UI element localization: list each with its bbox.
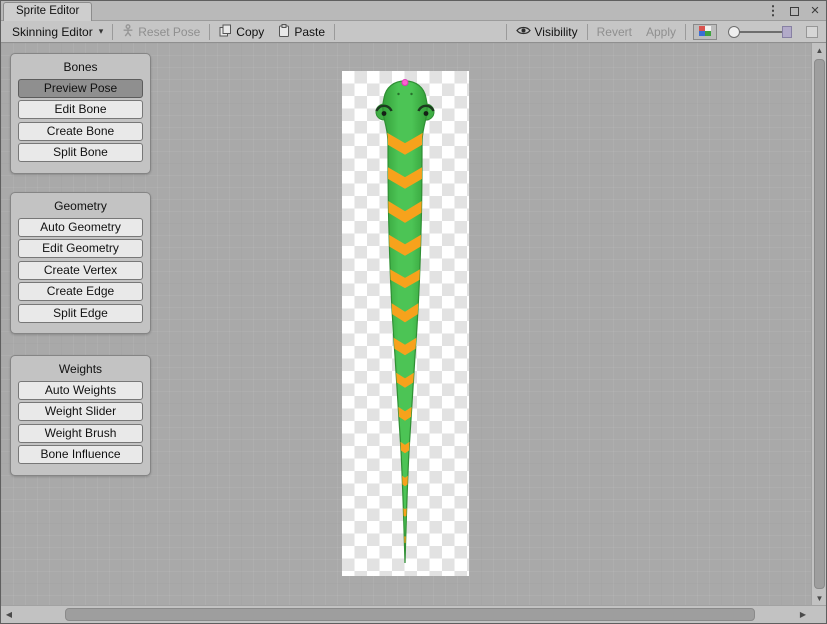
toolbar-separator bbox=[587, 24, 588, 40]
apply-label: Apply bbox=[646, 25, 676, 39]
create-bone-button[interactable]: Create Bone bbox=[18, 122, 143, 141]
zoom-slider-end-box bbox=[782, 26, 792, 38]
scroll-right-button[interactable]: ▶ bbox=[795, 606, 811, 623]
window-tab-bar: Sprite Editor ⋮ × bbox=[1, 1, 826, 21]
toolbar-separator bbox=[334, 24, 335, 40]
paste-label: Paste bbox=[294, 25, 325, 39]
vertical-scrollbar[interactable]: ▲ ▼ bbox=[811, 43, 826, 605]
toolbar-mini-box-icon[interactable] bbox=[806, 26, 818, 38]
scrollbar-corner bbox=[811, 606, 826, 623]
sprite-editor-window: Sprite Editor ⋮ × Skinning Editor ▾ Rese… bbox=[0, 0, 827, 624]
reset-pose-label: Reset Pose bbox=[138, 25, 200, 39]
copy-icon bbox=[219, 24, 232, 40]
weight-brush-button[interactable]: Weight Brush bbox=[18, 424, 143, 443]
copy-button[interactable]: Copy bbox=[212, 21, 271, 42]
weight-slider-button[interactable]: Weight Slider bbox=[18, 402, 143, 421]
toolbar-right-group: Visibility Revert Apply bbox=[504, 21, 823, 42]
scroll-down-button[interactable]: ▼ bbox=[812, 591, 827, 605]
auto-weights-button[interactable]: Auto Weights bbox=[18, 381, 143, 400]
split-edge-button[interactable]: Split Edge bbox=[18, 304, 143, 323]
revert-label: Revert bbox=[597, 25, 632, 39]
window-menu-icon[interactable]: ⋮ bbox=[766, 4, 780, 18]
edit-bone-button[interactable]: Edit Bone bbox=[18, 100, 143, 119]
paste-icon bbox=[278, 24, 290, 40]
titlebar-icons: ⋮ × bbox=[766, 1, 822, 21]
toolbar-separator bbox=[685, 24, 686, 40]
reset-pose-button[interactable]: Reset Pose bbox=[115, 21, 207, 42]
horizontal-scrollbar[interactable]: ◀ ▶ bbox=[1, 605, 826, 623]
copy-label: Copy bbox=[236, 25, 264, 39]
geometry-panel-title: Geometry bbox=[11, 197, 150, 215]
create-edge-button[interactable]: Create Edge bbox=[18, 282, 143, 301]
edit-geometry-button[interactable]: Edit Geometry bbox=[18, 239, 143, 258]
weights-panel: Weights Auto Weights Weight Slider Weigh… bbox=[10, 355, 151, 476]
preview-pose-button[interactable]: Preview Pose bbox=[18, 79, 143, 98]
toolbar-separator bbox=[209, 24, 210, 40]
sprite-canvas[interactable] bbox=[342, 71, 469, 576]
bone-marker[interactable] bbox=[402, 80, 408, 86]
skinning-editor-dropdown[interactable]: Skinning Editor ▾ bbox=[5, 21, 110, 42]
maximize-glyph bbox=[790, 7, 799, 16]
scroll-up-button[interactable]: ▲ bbox=[812, 43, 827, 57]
visibility-button[interactable]: Visibility bbox=[509, 21, 585, 42]
maximize-icon[interactable] bbox=[787, 4, 801, 18]
zoom-slider-track bbox=[733, 31, 788, 33]
scroll-left-button[interactable]: ◀ bbox=[1, 606, 17, 623]
paste-button[interactable]: Paste bbox=[271, 21, 332, 42]
toolbar-separator bbox=[506, 24, 507, 40]
skinning-toolbar: Skinning Editor ▾ Reset Pose Copy Paste bbox=[1, 21, 826, 43]
skinning-editor-label: Skinning Editor bbox=[12, 25, 93, 39]
eye-icon bbox=[516, 25, 531, 39]
zoom-slider[interactable] bbox=[728, 24, 792, 40]
tab-sprite-editor[interactable]: Sprite Editor bbox=[3, 2, 92, 21]
bone-influence-button[interactable]: Bone Influence bbox=[18, 445, 143, 464]
apply-button[interactable]: Apply bbox=[639, 21, 683, 42]
zoom-slider-knob[interactable] bbox=[728, 26, 740, 38]
snake-sprite[interactable] bbox=[342, 71, 469, 576]
editor-viewport[interactable]: Bones Preview Pose Edit Bone Create Bone… bbox=[1, 43, 811, 605]
bones-panel: Bones Preview Pose Edit Bone Create Bone… bbox=[10, 53, 151, 174]
color-channels-button[interactable] bbox=[693, 24, 717, 40]
weights-panel-title: Weights bbox=[11, 360, 150, 378]
horizontal-scrollbar-thumb[interactable] bbox=[65, 608, 755, 621]
auto-geometry-button[interactable]: Auto Geometry bbox=[18, 218, 143, 237]
geometry-panel: Geometry Auto Geometry Edit Geometry Cre… bbox=[10, 192, 151, 334]
toolbar-separator bbox=[112, 24, 113, 40]
rgb-channels-icon bbox=[699, 25, 711, 39]
bones-panel-title: Bones bbox=[11, 58, 150, 76]
create-vertex-button[interactable]: Create Vertex bbox=[18, 261, 143, 280]
visibility-label: Visibility bbox=[535, 25, 578, 39]
close-icon[interactable]: × bbox=[808, 4, 822, 18]
chevron-down-icon: ▾ bbox=[99, 26, 104, 37]
revert-button[interactable]: Revert bbox=[590, 21, 639, 42]
vertical-scrollbar-thumb[interactable] bbox=[814, 59, 825, 589]
split-bone-button[interactable]: Split Bone bbox=[18, 143, 143, 162]
reset-pose-icon bbox=[122, 24, 134, 40]
